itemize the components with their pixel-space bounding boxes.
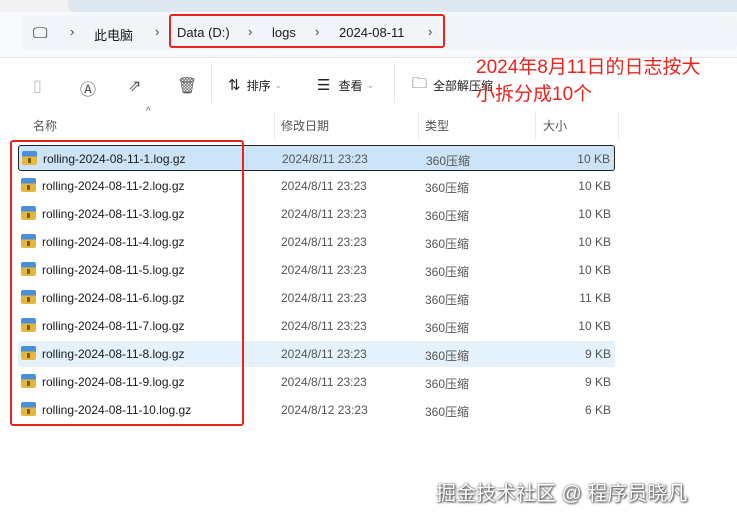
file-date: 2024/8/11 23:23 xyxy=(281,235,367,249)
file-type: 360压缩 xyxy=(425,209,470,223)
divider xyxy=(211,63,212,103)
sort-icon: ⇅ xyxy=(228,77,241,94)
tab-area xyxy=(68,0,737,12)
file-date: 2024/8/11 23:23 xyxy=(281,263,367,277)
file-size: 10 KB xyxy=(578,319,611,333)
view-icon: ☰ xyxy=(317,77,331,94)
column-divider[interactable] xyxy=(274,113,275,139)
column-divider[interactable] xyxy=(618,113,619,139)
divider xyxy=(394,63,395,103)
annotation-line-2: 小拆分成10个 xyxy=(476,84,593,105)
column-header-name[interactable]: 名称 xyxy=(33,117,57,134)
file-size: 10 KB xyxy=(578,179,611,193)
file-date: 2024/8/11 23:23 xyxy=(281,319,367,333)
highlight-box-files xyxy=(10,140,244,426)
file-type: 360压缩 xyxy=(425,377,470,391)
file-date: 2024/8/11 23:23 xyxy=(281,375,367,389)
chevron-down-icon: ⌄ xyxy=(366,79,375,90)
annotation-line-1: 2024年8月11日的日志按大 xyxy=(476,57,701,78)
file-size: 10 KB xyxy=(578,207,611,221)
file-date: 2024/8/11 23:23 xyxy=(282,152,368,166)
share-icon[interactable]: ⇗ xyxy=(128,76,141,96)
file-date: 2024/8/12 23:23 xyxy=(281,403,368,417)
column-divider[interactable] xyxy=(535,113,536,139)
annotation-text: 2024年8月11日的日志按大 小拆分成10个 xyxy=(476,54,701,108)
file-type: 360压缩 xyxy=(425,405,470,419)
file-type: 360压缩 xyxy=(425,181,470,195)
file-type: 360压缩 xyxy=(425,349,470,363)
file-size: 10 KB xyxy=(578,263,611,277)
breadcrumb-this-pc[interactable]: 此电脑 xyxy=(94,25,133,44)
view-button[interactable]: ☰ 查看 ⌄ xyxy=(317,70,374,100)
rename-icon[interactable]: Ⓐ xyxy=(80,76,96,100)
paste-icon[interactable]: ▯ xyxy=(33,76,42,96)
file-type: 360压缩 xyxy=(426,154,471,168)
sort-button[interactable]: ⇅ 排序 ⌄ xyxy=(228,70,282,100)
file-type: 360压缩 xyxy=(425,237,470,251)
file-date: 2024/8/11 23:23 xyxy=(281,347,367,361)
file-type: 360压缩 xyxy=(425,321,470,335)
view-label: 查看 xyxy=(338,78,363,93)
file-size: 10 KB xyxy=(577,152,610,166)
title-strip xyxy=(0,0,737,12)
watermark: 掘金技术社区 @ 程序员晓凡 xyxy=(436,483,688,505)
column-header-size[interactable]: 大小 xyxy=(543,117,567,134)
file-size: 10 KB xyxy=(578,235,611,249)
column-divider[interactable] xyxy=(418,113,419,139)
extract-folder-icon: 🗀 xyxy=(412,74,428,92)
file-size: 9 KB xyxy=(584,347,611,361)
file-type: 360压缩 xyxy=(425,293,470,307)
computer-icon[interactable]: 🖵 xyxy=(33,25,47,42)
delete-icon[interactable]: 🗑 xyxy=(177,76,197,96)
sort-label: 排序 xyxy=(246,78,271,93)
column-header-type[interactable]: 类型 xyxy=(425,117,449,134)
chevron-right-icon[interactable]: › xyxy=(155,24,159,39)
highlight-box-path xyxy=(169,14,445,48)
file-size: 11 KB xyxy=(579,291,611,305)
file-size: 9 KB xyxy=(584,375,611,389)
file-type: 360压缩 xyxy=(425,265,470,279)
column-header-date[interactable]: 修改日期 xyxy=(281,117,329,134)
chevron-down-icon: ⌄ xyxy=(274,79,283,90)
sort-ascending-icon: ^ xyxy=(146,106,151,117)
file-date: 2024/8/11 23:23 xyxy=(281,291,367,305)
file-date: 2024/8/11 23:23 xyxy=(281,179,367,193)
file-date: 2024/8/11 23:23 xyxy=(281,207,367,221)
chevron-right-icon[interactable]: › xyxy=(70,24,74,39)
file-size: 6 KB xyxy=(584,403,611,417)
